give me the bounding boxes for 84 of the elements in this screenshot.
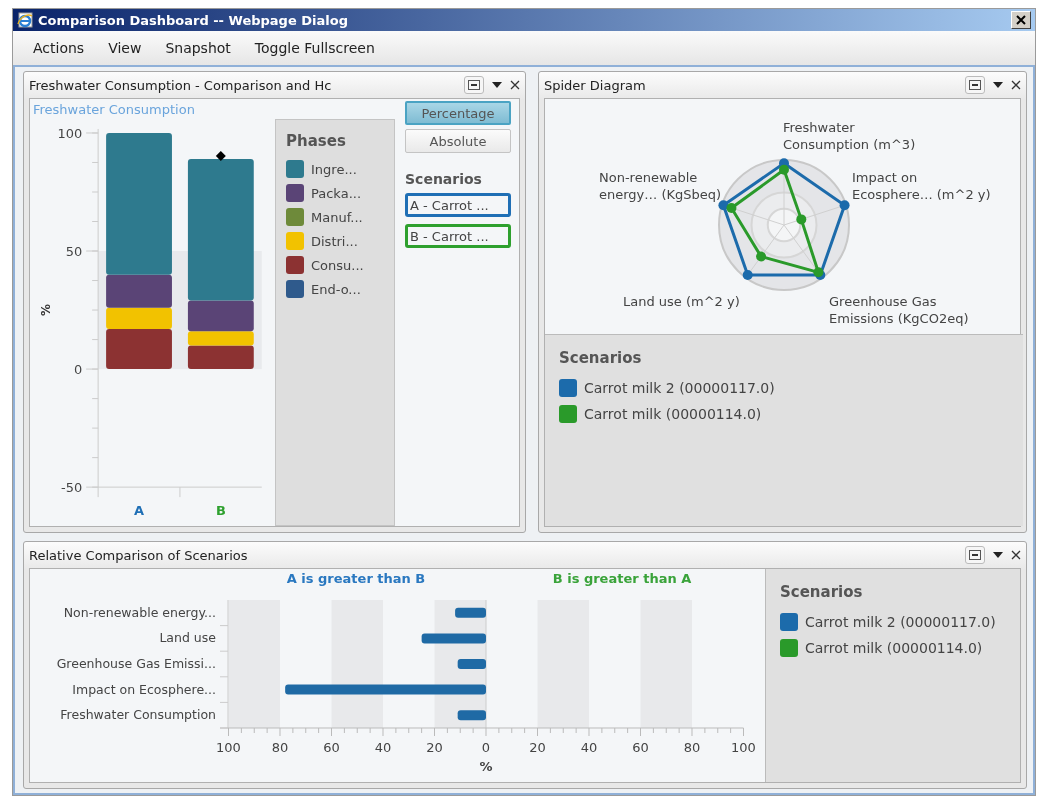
restore-button[interactable] (464, 76, 484, 94)
tick-label: 20 (426, 740, 443, 755)
bar (457, 710, 486, 721)
tick-label: 60 (323, 740, 340, 755)
browser-icon (17, 12, 33, 28)
panel-title: Relative Comparison of Scenarios (29, 547, 248, 563)
tick-label: -50 (61, 480, 83, 496)
axis-label: Greenhouse Gas Emissions (KgCO2eq) (829, 294, 969, 326)
tick-label: 50 (65, 243, 83, 259)
tick-label: 100 (216, 740, 241, 755)
menu-item[interactable]: Snapshot (153, 38, 243, 58)
close-icon[interactable] (1011, 550, 1021, 560)
category-label: Impact on Ecosphere... (72, 681, 216, 697)
axis-label: Freshwater Consumption (m^3) (783, 120, 916, 152)
chart-title: Freshwater Consumption (32, 101, 196, 119)
restore-icon (969, 550, 981, 560)
legend-label: Packa... (311, 185, 362, 201)
axis-label: % (39, 304, 54, 316)
chart-caption: A is greater than B (286, 571, 426, 586)
scenario-toggle[interactable]: A - Carrot ... (405, 193, 511, 217)
bar (455, 607, 486, 618)
window-title: Comparison Dashboard -- Webpage Dialog (38, 12, 349, 28)
bar (457, 659, 486, 669)
scenario-toggle[interactable]: B - Carrot ... (405, 224, 511, 248)
legend-label: Carrot milk (00000114.0) (584, 406, 762, 422)
mode-button[interactable]: Absolute (405, 129, 511, 153)
legend-label: Distri... (311, 233, 358, 249)
data-point (742, 269, 753, 280)
tick-label: 0 (73, 362, 83, 377)
axis-label: Impact on Ecosphere… (m^2 y) (852, 170, 991, 202)
tick-label: 40 (580, 740, 598, 755)
legend-label: Manuf... (311, 209, 363, 225)
category-label: B (215, 503, 226, 519)
tick-label: 100 (731, 740, 756, 755)
axis-label: Land use (m^2 y) (623, 294, 740, 309)
axis-label: % (479, 759, 493, 774)
tick-label: 100 (57, 125, 83, 141)
restore-icon (468, 80, 480, 90)
legend-label: Consu... (311, 257, 364, 273)
bar (421, 633, 486, 644)
close-button[interactable] (1011, 11, 1031, 29)
chart-caption: B is greater than A (552, 571, 692, 586)
data-point (726, 202, 737, 213)
menu-item[interactable]: View (96, 38, 154, 58)
legend-label: End-o... (311, 281, 361, 297)
category-label: Land use (159, 630, 216, 646)
category-label: Greenhouse Gas Emissi... (56, 656, 216, 671)
tick-label: 0 (481, 740, 491, 755)
data-point (718, 200, 729, 211)
data-point (796, 214, 807, 225)
axis-label: Non-renewable energy… (KgSbeq) (599, 170, 722, 202)
tick-label: 80 (683, 740, 701, 755)
category-label: A (134, 503, 145, 519)
legend-label: Carrot milk 2 (00000117.0) (584, 380, 775, 396)
data-point (779, 164, 789, 175)
close-icon (1016, 15, 1026, 25)
panel-title: Spider Diagram (544, 77, 646, 93)
close-icon[interactable] (510, 80, 520, 90)
data-point (839, 200, 850, 211)
legend-label: Carrot milk (00000114.0) (805, 640, 983, 656)
caret-icon[interactable] (993, 82, 1003, 88)
legend-title: Scenarios (780, 583, 864, 601)
close-icon[interactable] (1011, 80, 1021, 90)
legend-title: Phases (286, 132, 347, 150)
legend-label: Ingre... (311, 161, 357, 177)
tick-label: 20 (529, 740, 546, 755)
tick-label: 80 (271, 740, 289, 755)
legend-label: Carrot milk 2 (00000117.0) (805, 614, 996, 630)
restore-button[interactable] (965, 76, 985, 94)
panel-title: Freshwater Consumption - Comparison and Hc (29, 77, 332, 93)
category-label: Freshwater Consumption (60, 707, 216, 723)
legend-title: Scenarios (559, 349, 643, 367)
restore-button[interactable] (965, 546, 985, 564)
tick-label: 40 (374, 740, 392, 755)
tick-label: 60 (632, 740, 649, 755)
menu-item[interactable]: Actions (21, 38, 97, 58)
caret-icon[interactable] (993, 552, 1003, 558)
scenarios-title: Scenarios (405, 171, 483, 187)
category-label: Non-renewable energy... (63, 604, 216, 620)
caret-icon[interactable] (492, 82, 502, 88)
restore-icon (969, 80, 981, 90)
data-point (756, 251, 767, 262)
mode-button[interactable]: Percentage (405, 101, 511, 125)
menu-item[interactable]: Toggle Fullscreen (242, 38, 387, 58)
